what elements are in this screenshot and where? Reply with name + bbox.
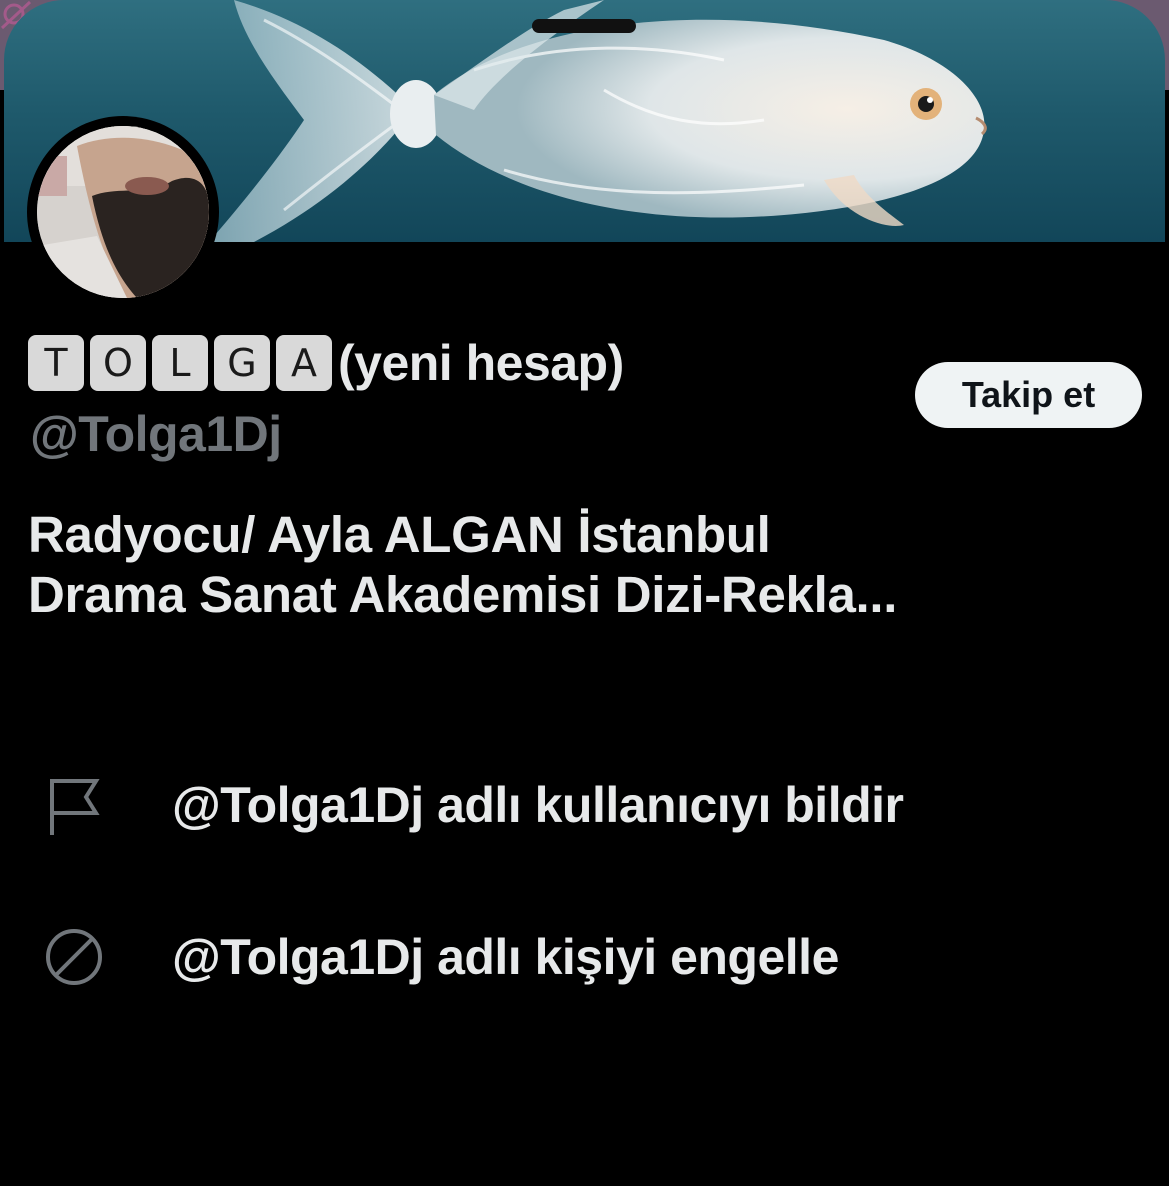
sheet-grabber-handle[interactable] bbox=[532, 19, 636, 33]
name-letter-box: O bbox=[90, 335, 146, 391]
block-user-label: @Tolga1Dj adlı kişiyi engelle bbox=[172, 929, 839, 985]
user-handle: @Tolga1Dj bbox=[30, 406, 282, 462]
name-letter-box: L bbox=[152, 335, 208, 391]
block-user-menu-item[interactable]: @Tolga1Dj adlı kişiyi engelle bbox=[0, 912, 1169, 1002]
flag-icon bbox=[40, 771, 108, 839]
name-letter-box: T bbox=[28, 335, 84, 391]
display-name-suffix: (yeni hesap) bbox=[338, 335, 624, 391]
report-user-menu-item[interactable]: @Tolga1Dj adlı kullanıcıyı bildir bbox=[0, 760, 1169, 850]
bottom-sheet: T O L G A (yeni hesap) @Tolga1Dj Takip e… bbox=[0, 0, 1169, 1186]
name-letter-box: G bbox=[214, 335, 270, 391]
block-icon bbox=[40, 923, 108, 991]
bio-line: Drama Sanat Akademisi Dizi-Rekla... bbox=[28, 566, 898, 623]
profile-bio: Radyocu/ Ayla ALGAN İstanbul Drama Sanat… bbox=[28, 505, 1148, 625]
display-name: T O L G A (yeni hesap) bbox=[28, 333, 624, 393]
avatar[interactable] bbox=[27, 116, 219, 308]
name-letter-box: A bbox=[276, 335, 332, 391]
bio-line: Radyocu/ Ayla ALGAN İstanbul bbox=[28, 506, 771, 563]
profile-sheet-screen: T O L G A (yeni hesap) @Tolga1Dj Takip e… bbox=[0, 0, 1169, 1186]
follow-button[interactable]: Takip et bbox=[915, 362, 1142, 428]
report-user-label: @Tolga1Dj adlı kullanıcıyı bildir bbox=[172, 777, 904, 833]
